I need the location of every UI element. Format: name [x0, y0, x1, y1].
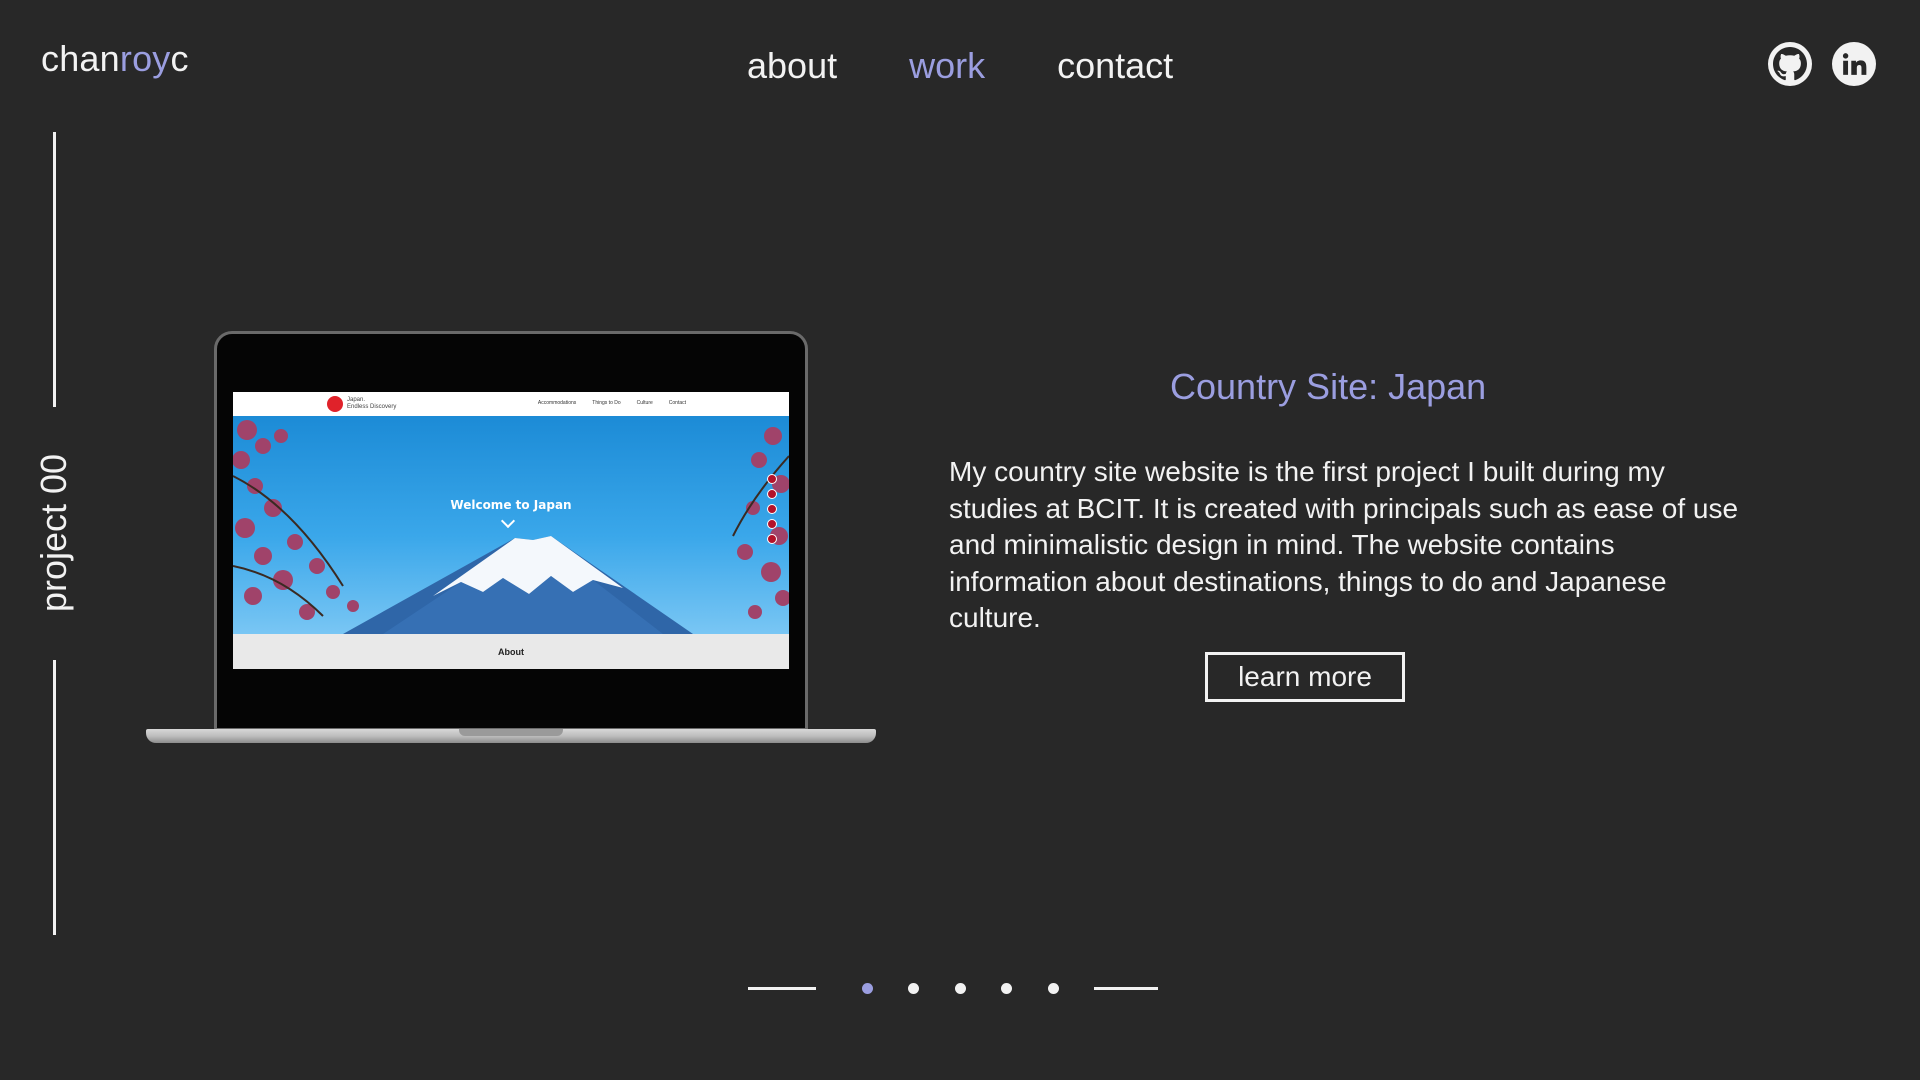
preview-nav-link: Culture [636, 400, 653, 406]
site-logo[interactable]: chanroyc [41, 38, 189, 80]
preview-brand-subtitle: Endless Discovery [347, 404, 397, 410]
nav-item-about[interactable]: about [747, 42, 837, 90]
preview-logo-icon [327, 396, 343, 412]
social-links [1768, 42, 1876, 86]
nav-item-contact[interactable]: contact [1057, 42, 1173, 90]
logo-text-part3: c [170, 38, 189, 79]
page: chanroyc about work contact project 00 J… [0, 0, 1920, 1080]
preview-brand: Japan. Endless Discovery [347, 397, 396, 411]
logo-text-accent: roy [119, 38, 171, 79]
preview-social-icon [767, 519, 777, 529]
website-preview: Japan. Endless Discovery Accommodations … [233, 392, 789, 669]
github-icon[interactable] [1768, 42, 1812, 86]
linkedin-icon[interactable] [1832, 42, 1876, 86]
pager-dot-1[interactable] [862, 983, 873, 994]
side-divider-top [53, 132, 56, 407]
logo-text-part1: chan [41, 38, 120, 79]
pager-dot-3[interactable] [955, 983, 966, 994]
preview-about-section: About [233, 634, 789, 669]
preview-social-icon [767, 504, 777, 514]
preview-nav-link: Accommodations [537, 400, 577, 406]
laptop-mockup: Japan. Endless Discovery Accommodations … [146, 331, 876, 751]
project-label: project 00 [33, 453, 74, 613]
preview-social-icon [767, 534, 777, 544]
preview-nav-link: Contact [668, 400, 686, 406]
preview-social-icon [767, 474, 777, 484]
pager-line-left [748, 987, 816, 990]
learn-more-button[interactable]: learn more [1205, 652, 1405, 702]
project-title: Country Site: Japan [1170, 366, 1487, 407]
preview-hero: Welcome to Japan [233, 416, 789, 634]
main-nav: about work contact [747, 42, 1245, 90]
pager-dot-5[interactable] [1048, 983, 1059, 994]
pager-dot-4[interactable] [1001, 983, 1012, 994]
nav-item-work[interactable]: work [909, 42, 985, 90]
preview-hero-title: Welcome to Japan [450, 498, 572, 512]
preview-navbar: Japan. Endless Discovery Accommodations … [233, 392, 789, 416]
project-description: My country site website is the first pro… [949, 456, 1739, 633]
preview-brand-title: Japan. [347, 397, 366, 403]
preview-social-icons [767, 474, 777, 544]
laptop-notch [459, 729, 563, 736]
pager-line-right [1094, 987, 1158, 990]
pager-dot-2[interactable] [908, 983, 919, 994]
preview-social-icon [767, 489, 777, 499]
preview-nav-link: Things to Do [592, 400, 621, 406]
preview-nav-links: Accommodations Things to Do Culture Cont… [538, 400, 686, 406]
side-divider-bottom [53, 660, 56, 935]
